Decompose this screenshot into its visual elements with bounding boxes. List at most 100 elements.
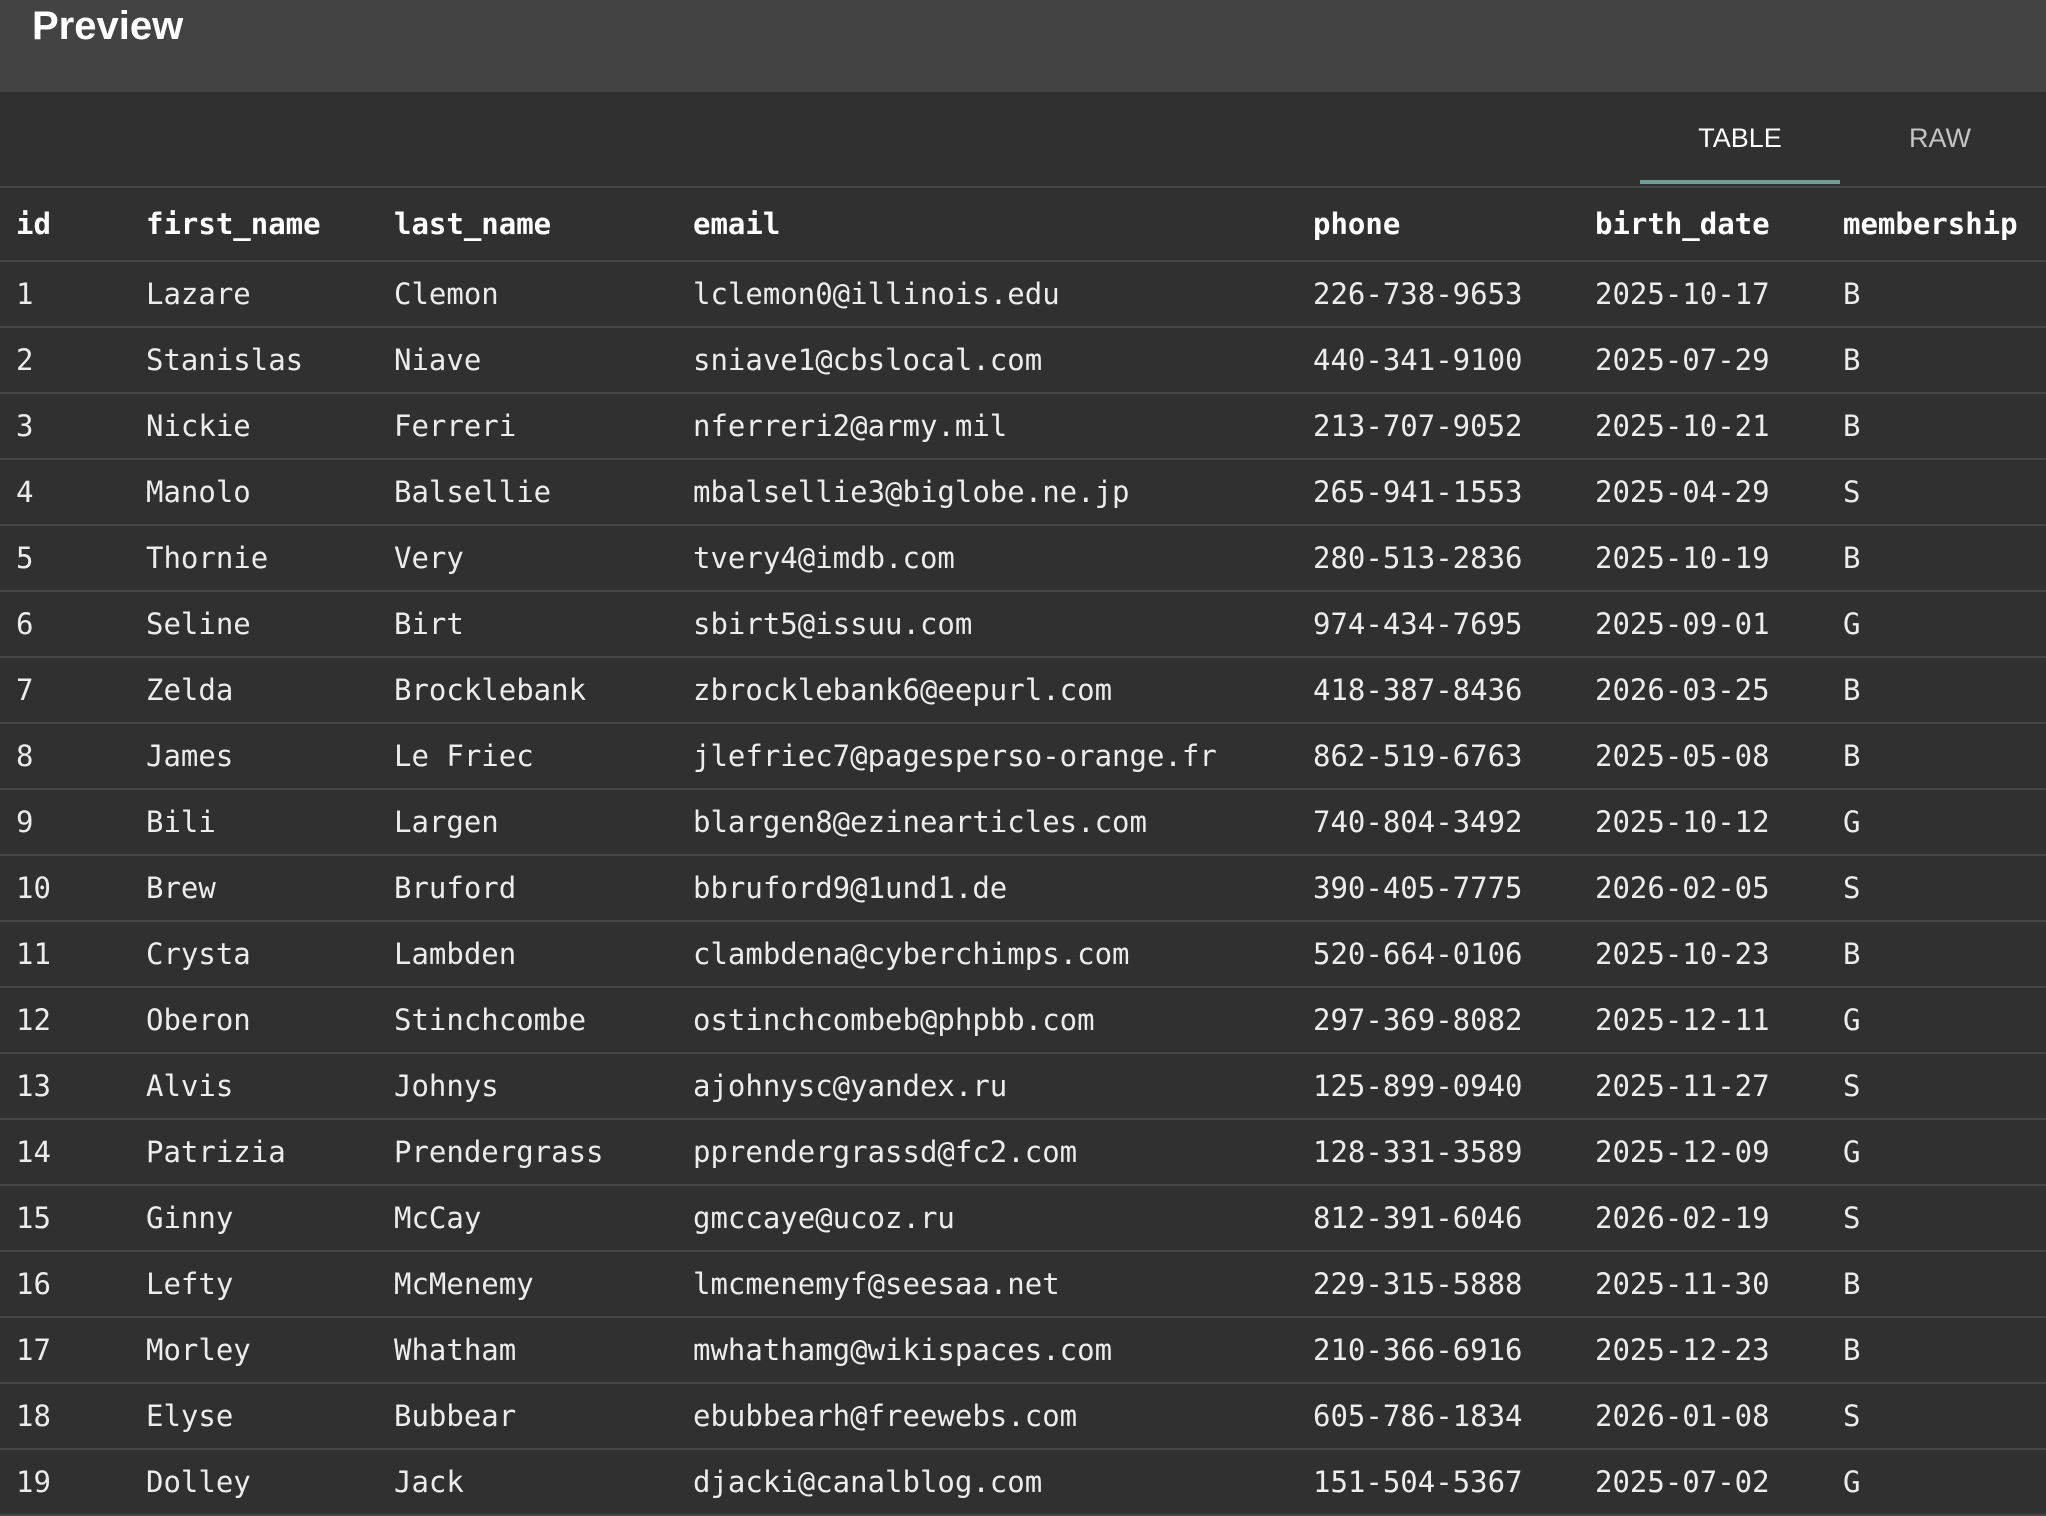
cell-first-name: Nickie <box>130 393 378 460</box>
cell-id: 10 <box>0 855 130 922</box>
cell-id: 9 <box>0 789 130 856</box>
cell-first-name: Ginny <box>130 1185 378 1252</box>
cell-id: 15 <box>0 1185 130 1252</box>
column-header-phone[interactable]: phone <box>1297 188 1579 262</box>
cell-phone: 740-804-3492 <box>1297 789 1579 856</box>
tab-table[interactable]: TABLE <box>1640 92 1840 184</box>
cell-email: ebubbearh@freewebs.com <box>677 1383 1297 1450</box>
cell-id: 11 <box>0 921 130 988</box>
cell-membership: S <box>1827 459 2046 526</box>
table-row[interactable]: 4 Manolo Balsellie mbalsellie3@biglobe.ne.j… <box>0 459 2046 526</box>
cell-id: 3 <box>0 393 130 460</box>
cell-phone: 297-369-8082 <box>1297 987 1579 1054</box>
cell-phone: 520-664-0106 <box>1297 921 1579 988</box>
cell-membership: B <box>1827 393 2046 460</box>
table-row[interactable]: 2 Stanislas Niave sniave1@cbslocal.com 440-3… <box>0 327 2046 394</box>
cell-birth-date: 2025-07-29 <box>1579 327 1827 394</box>
cell-id: 16 <box>0 1251 130 1318</box>
table-row[interactable]: 11 Crysta Lambden clambdena@cyberchimps.com… <box>0 921 2046 988</box>
table-row[interactable]: 18 Elyse Bubbear ebubbearh@freewebs.com 605-… <box>0 1383 2046 1450</box>
table-row[interactable]: 1 Lazare Clemon lclemon0@illinois.edu 226-73… <box>0 261 2046 328</box>
cell-birth-date: 2025-10-23 <box>1579 921 1827 988</box>
cell-email: lmcmenemyf@seesaa.net <box>677 1251 1297 1318</box>
view-tabbar: TABLE RAW <box>0 92 2046 188</box>
tab-raw[interactable]: RAW <box>1840 92 2040 184</box>
cell-birth-date: 2025-10-12 <box>1579 789 1827 856</box>
cell-last-name: Ferreri <box>378 393 677 460</box>
cell-first-name: Dolley <box>130 1449 378 1516</box>
cell-last-name: Jack <box>378 1449 677 1516</box>
cell-phone: 418-387-8436 <box>1297 657 1579 724</box>
cell-id: 1 <box>0 261 130 328</box>
cell-phone: 151-504-5367 <box>1297 1449 1579 1516</box>
cell-id: 13 <box>0 1053 130 1120</box>
cell-id: 4 <box>0 459 130 526</box>
cell-id: 19 <box>0 1449 130 1516</box>
table-header-row: id first_name last_name email phone birt… <box>0 188 2046 262</box>
cell-birth-date: 2025-12-11 <box>1579 987 1827 1054</box>
column-header-email[interactable]: email <box>677 188 1297 262</box>
cell-membership: G <box>1827 591 2046 658</box>
cell-membership: B <box>1827 723 2046 790</box>
cell-phone: 605-786-1834 <box>1297 1383 1579 1450</box>
cell-last-name: Prendergrass <box>378 1119 677 1186</box>
cell-email: ajohnysc@yandex.ru <box>677 1053 1297 1120</box>
cell-email: ostinchcombeb@phpbb.com <box>677 987 1297 1054</box>
cell-phone: 265-941-1553 <box>1297 459 1579 526</box>
cell-phone: 128-331-3589 <box>1297 1119 1579 1186</box>
cell-birth-date: 2025-12-09 <box>1579 1119 1827 1186</box>
column-header-birth-date[interactable]: birth_date <box>1579 188 1827 262</box>
cell-phone: 280-513-2836 <box>1297 525 1579 592</box>
cell-membership: S <box>1827 1383 2046 1450</box>
cell-email: sbirt5@issuu.com <box>677 591 1297 658</box>
table-row[interactable]: 14 Patrizia Prendergrass pprendergrassd@fc2… <box>0 1119 2046 1186</box>
cell-email: gmccaye@ucoz.ru <box>677 1185 1297 1252</box>
table-row[interactable]: 12 Oberon Stinchcombe ostinchcombeb@phpbb.c… <box>0 987 2046 1054</box>
table-row[interactable]: 3 Nickie Ferreri nferreri2@army.mil 213-707-… <box>0 393 2046 460</box>
cell-birth-date: 2026-02-05 <box>1579 855 1827 922</box>
table-row[interactable]: 9 Bili Largen blargen8@ezinearticles.com 740… <box>0 789 2046 856</box>
column-header-membership[interactable]: membership <box>1827 188 2046 262</box>
cell-membership: S <box>1827 855 2046 922</box>
table-row[interactable]: 19 Dolley Jack djacki@canalblog.com 151-504-… <box>0 1449 2046 1516</box>
cell-last-name: McCay <box>378 1185 677 1252</box>
table-row[interactable]: 5 Thornie Very tvery4@imdb.com 280-513-2836 2… <box>0 525 2046 592</box>
cell-first-name: Morley <box>130 1317 378 1384</box>
table-row[interactable]: 8 James Le Friec jlefriec7@pagesperso-orang… <box>0 723 2046 790</box>
table-row[interactable]: 15 Ginny McCay gmccaye@ucoz.ru 812-391-6046 2… <box>0 1185 2046 1252</box>
table-row[interactable]: 16 Lefty McMenemy lmcmenemyf@seesaa.net 229-… <box>0 1251 2046 1318</box>
column-header-last-name[interactable]: last_name <box>378 188 677 262</box>
table-body: 1 Lazare Clemon lclemon0@illinois.edu 226-73… <box>0 261 2046 1516</box>
cell-email: mbalsellie3@biglobe.ne.jp <box>677 459 1297 526</box>
table-row[interactable]: 7 Zelda Brocklebank zbrocklebank6@eepurl.co… <box>0 657 2046 724</box>
cell-email: nferreri2@army.mil <box>677 393 1297 460</box>
cell-email: clambdena@cyberchimps.com <box>677 921 1297 988</box>
cell-last-name: McMenemy <box>378 1251 677 1318</box>
table-row[interactable]: 17 Morley Whatham mwhathamg@wikispaces.com 2… <box>0 1317 2046 1384</box>
cell-email: jlefriec7@pagesperso-orange.fr <box>677 723 1297 790</box>
cell-last-name: Balsellie <box>378 459 677 526</box>
cell-first-name: Stanislas <box>130 327 378 394</box>
cell-last-name: Lambden <box>378 921 677 988</box>
table-row[interactable]: 13 Alvis Johnys ajohnysc@yandex.ru 125-899-0… <box>0 1053 2046 1120</box>
cell-email: sniave1@cbslocal.com <box>677 327 1297 394</box>
table-row[interactable]: 6 Seline Birt sbirt5@issuu.com 974-434-7695 2… <box>0 591 2046 658</box>
cell-first-name: James <box>130 723 378 790</box>
cell-phone: 229-315-5888 <box>1297 1251 1579 1318</box>
cell-birth-date: 2025-11-30 <box>1579 1251 1827 1318</box>
cell-phone: 213-707-9052 <box>1297 393 1579 460</box>
column-header-first-name[interactable]: first_name <box>130 188 378 262</box>
column-header-id[interactable]: id <box>0 188 130 262</box>
cell-birth-date: 2025-12-23 <box>1579 1317 1827 1384</box>
cell-birth-date: 2026-01-08 <box>1579 1383 1827 1450</box>
cell-membership: B <box>1827 327 2046 394</box>
table-row[interactable]: 10 Brew Bruford bbruford9@1und1.de 390-405-7… <box>0 855 2046 922</box>
cell-phone: 390-405-7775 <box>1297 855 1579 922</box>
cell-membership: B <box>1827 657 2046 724</box>
cell-birth-date: 2025-10-17 <box>1579 261 1827 328</box>
cell-membership: S <box>1827 1185 2046 1252</box>
cell-last-name: Birt <box>378 591 677 658</box>
cell-last-name: Johnys <box>378 1053 677 1120</box>
cell-membership: B <box>1827 921 2046 988</box>
cell-birth-date: 2025-10-21 <box>1579 393 1827 460</box>
